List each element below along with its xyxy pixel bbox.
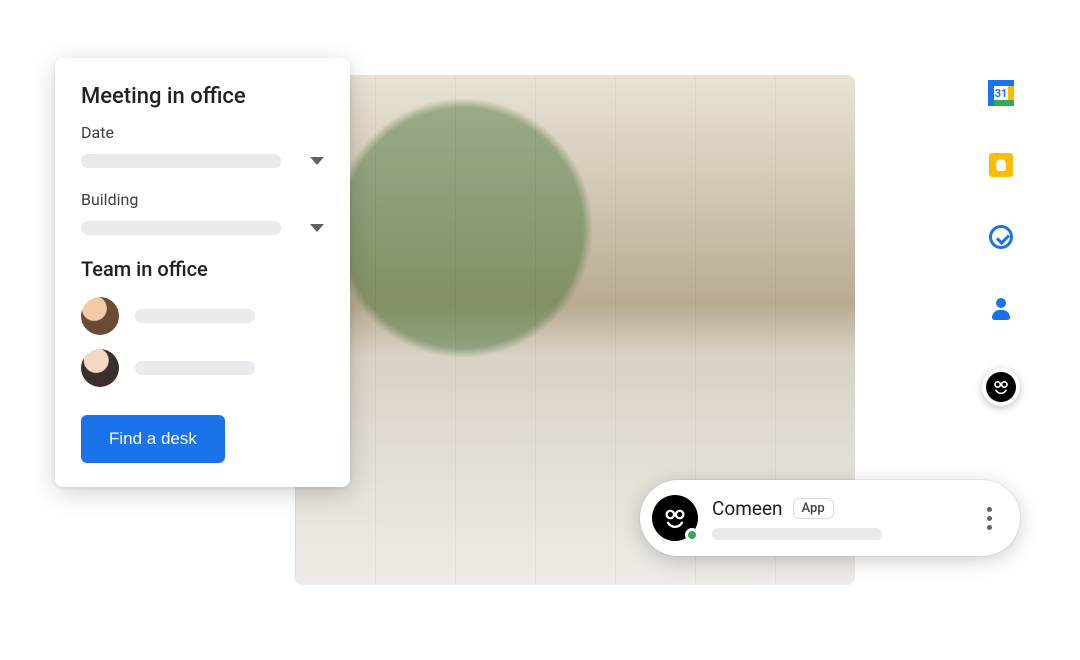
- comeen-avatar: [652, 495, 698, 541]
- team-member-row: [81, 297, 324, 335]
- date-value-placeholder: [81, 154, 281, 168]
- building-select[interactable]: [81, 221, 324, 235]
- building-label: Building: [81, 190, 324, 209]
- chevron-down-icon: [310, 224, 324, 232]
- chip-title: Comeen: [712, 497, 783, 520]
- team-heading: Team in office: [81, 257, 324, 281]
- team-name-placeholder: [135, 309, 255, 323]
- avatar: [81, 349, 119, 387]
- avatar: [81, 297, 119, 335]
- meeting-card: Meeting in office Date Building Team in …: [55, 58, 350, 487]
- tasks-icon[interactable]: [988, 224, 1014, 250]
- chip-content: Comeen App: [712, 497, 967, 540]
- card-title: Meeting in office: [81, 84, 324, 109]
- contacts-icon[interactable]: [988, 296, 1014, 322]
- keep-icon[interactable]: [988, 152, 1014, 178]
- chevron-down-icon: [310, 157, 324, 165]
- presence-indicator: [685, 528, 699, 542]
- comeen-app-chip[interactable]: Comeen App: [640, 480, 1020, 556]
- find-desk-button[interactable]: Find a desk: [81, 415, 225, 463]
- side-panel-rail: 31: [982, 80, 1020, 406]
- more-options-icon[interactable]: [981, 501, 998, 536]
- comeen-app-icon[interactable]: [982, 368, 1020, 406]
- app-badge: App: [793, 498, 834, 519]
- team-name-placeholder: [135, 361, 255, 375]
- date-select[interactable]: [81, 154, 324, 168]
- building-value-placeholder: [81, 221, 281, 235]
- date-label: Date: [81, 123, 324, 142]
- calendar-icon[interactable]: 31: [988, 80, 1014, 106]
- chip-subtitle-placeholder: [712, 528, 882, 540]
- team-member-row: [81, 349, 324, 387]
